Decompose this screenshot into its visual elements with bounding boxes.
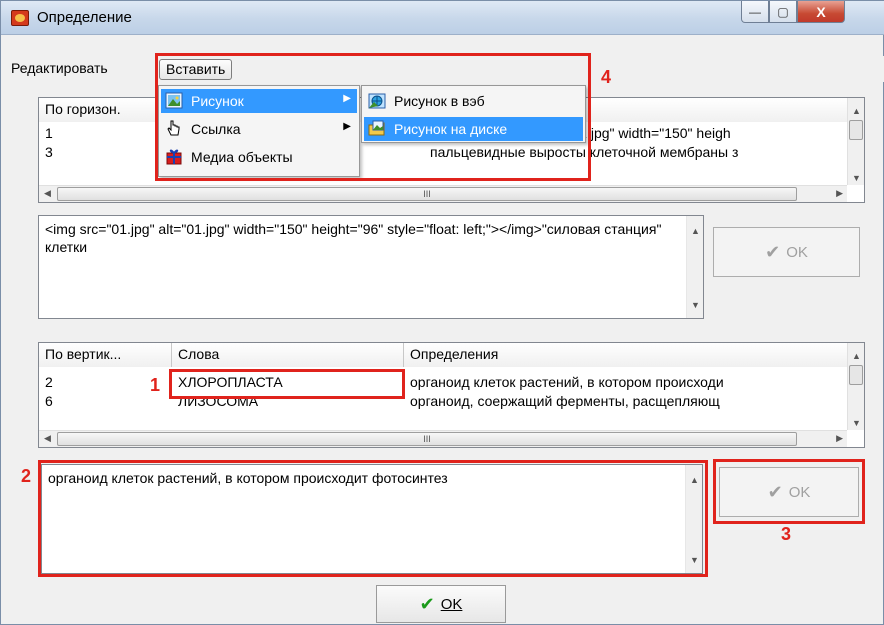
scroll-down-icon[interactable]: ▼ bbox=[691, 296, 700, 314]
check-icon: ✔ bbox=[765, 241, 781, 262]
ok-button-top[interactable]: ✔ OK bbox=[713, 227, 860, 277]
annotation-number-4: 4 bbox=[601, 67, 612, 87]
annotation-box-1 bbox=[169, 369, 405, 399]
ok-button-main[interactable]: ✔ OK bbox=[376, 585, 506, 623]
title-bar[interactable]: Определение — ▢ X bbox=[1, 1, 884, 35]
scroll-thumb[interactable] bbox=[849, 120, 863, 140]
horizontal-scrollbar[interactable]: ◀ III ▶ bbox=[39, 430, 847, 447]
scroll-left-icon[interactable]: ◀ bbox=[44, 188, 51, 199]
minimize-button[interactable]: — bbox=[741, 1, 769, 23]
scroll-right-icon[interactable]: ▶ bbox=[836, 433, 843, 444]
row-number: 1 bbox=[45, 125, 53, 141]
app-icon bbox=[11, 10, 29, 26]
window-title: Определение bbox=[37, 9, 132, 26]
table-row[interactable]: 2 ХЛОРОПЛАСТА органоид клеток растений, … bbox=[39, 373, 847, 392]
minimize-icon: — bbox=[749, 4, 761, 19]
vertical-words-grid[interactable]: По вертик... Слова Определения 2 ХЛОРОПЛ… bbox=[38, 342, 865, 448]
definition-editor-top[interactable]: <img src="01.jpg" alt="01.jpg" width="15… bbox=[38, 215, 704, 319]
scroll-up-icon[interactable]: ▲ bbox=[852, 351, 861, 361]
column-header-horizontal[interactable]: По горизон. bbox=[39, 98, 172, 122]
row-definition: органоид, соержащий ферменты, расщепляющ bbox=[410, 393, 720, 409]
annotation-number-2: 2 bbox=[21, 466, 32, 486]
row-number: 3 bbox=[45, 144, 53, 160]
dialog-window: Определение — ▢ X Редактировать Вставить… bbox=[0, 0, 884, 625]
menu-edit[interactable]: Редактировать bbox=[5, 59, 114, 80]
horizontal-scrollbar[interactable]: ◀ III ▶ bbox=[39, 185, 847, 202]
vertical-scrollbar[interactable]: ▲ ▼ bbox=[686, 216, 703, 318]
table-row[interactable]: 6 ЛИЗОСОМА органоид, соержащий ферменты,… bbox=[39, 392, 847, 411]
row-definition: органоид клеток растений, в котором прои… bbox=[410, 374, 724, 390]
vertical-scrollbar[interactable]: ▲ ▼ bbox=[847, 343, 864, 430]
maximize-button[interactable]: ▢ bbox=[769, 1, 797, 23]
annotation-number-1: 1 bbox=[150, 375, 161, 395]
column-header-vertical[interactable]: По вертик... bbox=[39, 343, 172, 367]
scroll-up-icon[interactable]: ▲ bbox=[691, 222, 700, 240]
ok-label: OK bbox=[786, 243, 808, 261]
check-icon: ✔ bbox=[419, 593, 435, 614]
scroll-up-icon[interactable]: ▲ bbox=[852, 106, 861, 116]
column-header-definitions[interactable]: Определения bbox=[404, 343, 849, 367]
scroll-thumb[interactable] bbox=[849, 365, 863, 385]
annotation-number-3: 3 bbox=[781, 524, 792, 544]
scroll-left-icon[interactable]: ◀ bbox=[44, 433, 51, 444]
scroll-thumb[interactable]: III bbox=[57, 432, 797, 446]
definition-editor-text: <img src="01.jpg" alt="01.jpg" width="15… bbox=[45, 221, 662, 255]
column-header-words[interactable]: Слова bbox=[172, 343, 404, 367]
annotation-box-3 bbox=[713, 459, 865, 524]
maximize-icon: ▢ bbox=[777, 4, 789, 19]
close-button[interactable]: X bbox=[797, 1, 845, 23]
annotation-box-4 bbox=[155, 53, 591, 181]
close-icon: X bbox=[816, 3, 826, 20]
grid-header: По вертик... Слова Определения bbox=[39, 343, 849, 367]
scroll-right-icon[interactable]: ▶ bbox=[836, 188, 843, 199]
ok-label: OK bbox=[440, 595, 463, 613]
scroll-down-icon[interactable]: ▼ bbox=[852, 173, 861, 183]
scroll-thumb[interactable]: III bbox=[57, 187, 797, 201]
vertical-scrollbar[interactable]: ▲ ▼ bbox=[847, 98, 864, 185]
annotation-box-2 bbox=[38, 460, 708, 577]
scroll-down-icon[interactable]: ▼ bbox=[852, 418, 861, 428]
